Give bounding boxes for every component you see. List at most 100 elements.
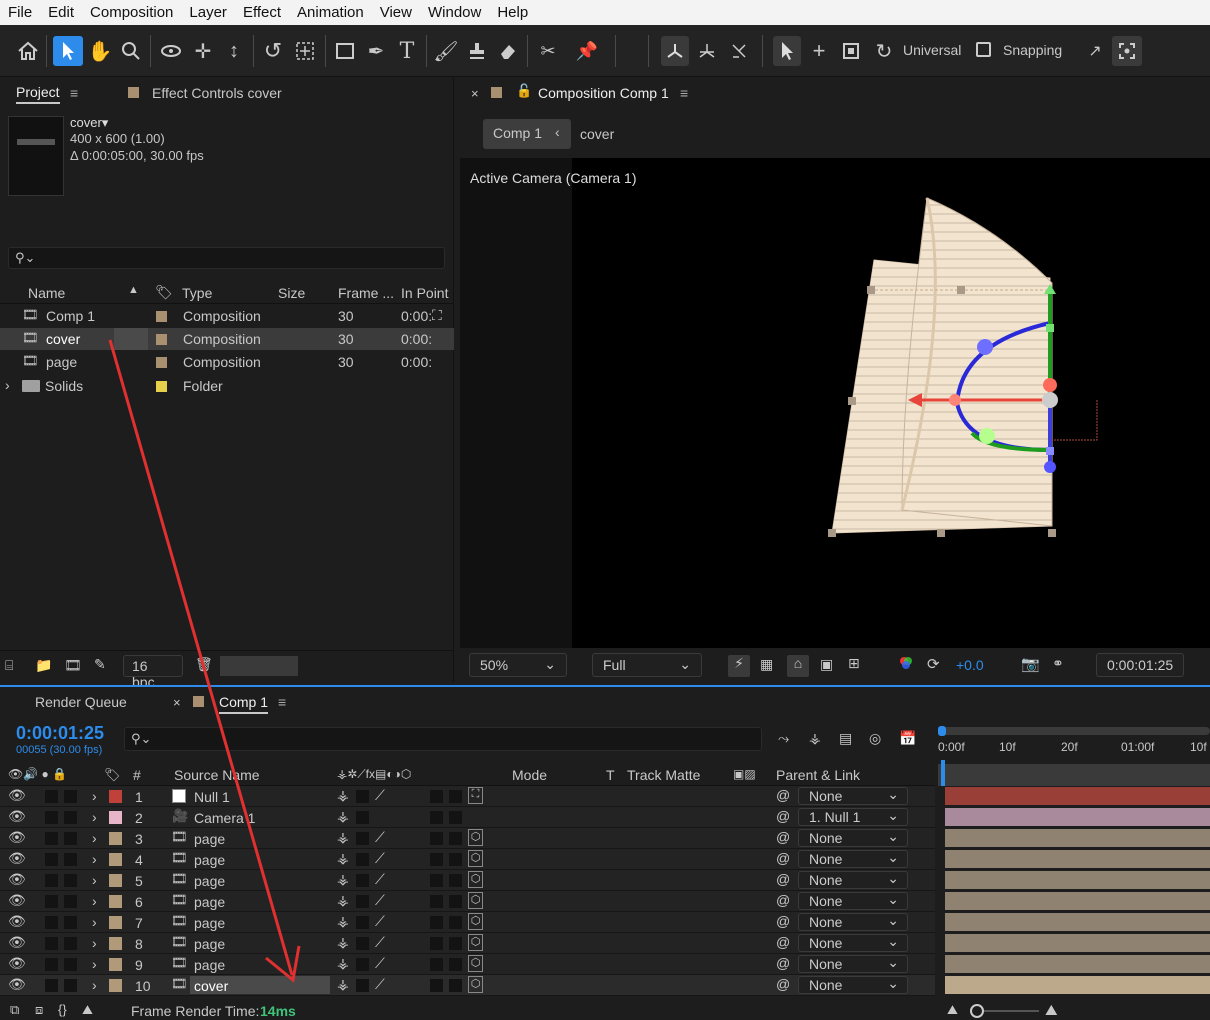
reset-exposure-icon[interactable]: ⟳: [927, 655, 940, 673]
timeline-comp-tab[interactable]: Comp 1: [219, 694, 269, 714]
switch-box[interactable]: [356, 895, 369, 908]
switch-box[interactable]: [430, 790, 443, 803]
3d-layer-icon[interactable]: ⬡: [468, 850, 483, 867]
zoom-slider-handle[interactable]: [970, 1004, 984, 1018]
dolly-camera-icon[interactable]: ↕: [221, 37, 247, 65]
time-ruler[interactable]: 0:00f 10f 20f 01:00f 10f: [938, 723, 1210, 763]
composition-tab[interactable]: Composition Comp 1: [538, 85, 669, 101]
layer-row[interactable]: 👁 › 5 🎞 page ⚶ ⟋ ⬡ @ None ⌄: [0, 870, 935, 891]
layer-duration-bar[interactable]: [945, 787, 1210, 805]
col-type[interactable]: Type: [182, 285, 212, 301]
quality-switch-icon[interactable]: ⟋: [375, 829, 385, 846]
eye-icon[interactable]: 👁: [8, 892, 26, 909]
book-3d-layer[interactable]: [822, 188, 1112, 548]
new-composition-icon[interactable]: 🎞: [64, 657, 82, 674]
pickwhip-icon[interactable]: @: [776, 829, 790, 845]
expand-arrow-icon[interactable]: ›: [92, 935, 97, 951]
layer-name[interactable]: Camera 1: [194, 810, 255, 826]
3d-layer-icon[interactable]: ⬡: [468, 934, 483, 951]
parent-dropdown[interactable]: 1. Null 1 ⌄: [798, 807, 908, 826]
transfer-controls-icon[interactable]: {}: [58, 1002, 67, 1017]
3d-layer-icon[interactable]: ⬡: [468, 871, 483, 888]
resolution-dropdown[interactable]: Full ⌄: [592, 653, 702, 677]
camera-select-icon[interactable]: [773, 36, 801, 66]
quality-switch-icon[interactable]: ⟋: [375, 913, 385, 930]
label-color[interactable]: [156, 357, 167, 368]
lock-toggle[interactable]: [64, 937, 77, 950]
layer-switches-icon[interactable]: ⧈: [35, 1002, 43, 1018]
project-item-comp-1[interactable]: 🎞 Comp 1 Composition 30 0:00: ⛶: [0, 305, 454, 327]
effect-controls-tab[interactable]: Effect Controls cover: [152, 85, 282, 101]
col-size[interactable]: Size: [278, 285, 305, 301]
zoom-tool-icon[interactable]: [118, 37, 144, 65]
layer-duration-bar[interactable]: [945, 976, 1210, 994]
switch-box[interactable]: [449, 811, 462, 824]
col-in-point[interactable]: In Point: [401, 285, 448, 301]
layer-duration-bar[interactable]: [945, 892, 1210, 910]
transparency-grid-icon[interactable]: ▦: [760, 656, 773, 673]
flowchart-icon[interactable]: ⛶: [432, 307, 442, 324]
switch-box[interactable]: [430, 874, 443, 887]
label-color[interactable]: [156, 311, 167, 322]
render-options-icon[interactable]: ⧉: [10, 1002, 19, 1018]
pen-tool-icon[interactable]: ✒: [363, 37, 389, 65]
col-source-name[interactable]: Source Name: [174, 767, 260, 783]
col-track-matte[interactable]: Track Matte: [627, 767, 700, 783]
shy-layers-icon[interactable]: ⚶: [809, 730, 821, 747]
timecode-display[interactable]: 0:00:01:25: [1096, 653, 1184, 677]
lock-toggle[interactable]: [64, 832, 77, 845]
pickwhip-icon[interactable]: @: [776, 892, 790, 908]
hand-tool-icon[interactable]: ✋: [87, 37, 113, 65]
col-parent-link[interactable]: Parent & Link: [776, 767, 860, 783]
snapping-checkbox[interactable]: [976, 42, 991, 57]
pickwhip-icon[interactable]: @: [776, 913, 790, 929]
menu-view[interactable]: View: [372, 4, 420, 21]
switch-box[interactable]: [430, 916, 443, 929]
quality-switch-icon[interactable]: ⟋: [375, 892, 385, 909]
layer-label-color[interactable]: [109, 832, 122, 845]
col-t[interactable]: T: [606, 767, 615, 783]
region-of-interest-icon[interactable]: ▣: [820, 656, 833, 673]
expand-arrow-icon[interactable]: ›: [5, 377, 10, 393]
eye-icon[interactable]: 👁: [8, 976, 26, 993]
switch-box[interactable]: [449, 937, 462, 950]
parent-dropdown[interactable]: None ⌄: [798, 828, 908, 847]
close-tab-icon[interactable]: ×: [471, 86, 479, 101]
bounding-box-icon[interactable]: [838, 37, 864, 65]
menu-animation[interactable]: Animation: [289, 4, 372, 21]
switch-box[interactable]: [449, 895, 462, 908]
pickwhip-icon[interactable]: @: [776, 787, 790, 803]
switch-box[interactable]: [430, 832, 443, 845]
parent-dropdown[interactable]: None ⌄: [798, 891, 908, 910]
label-color[interactable]: [156, 381, 167, 392]
label-tag-icon[interactable]: 🏷: [155, 284, 173, 301]
solo-toggle[interactable]: [45, 832, 58, 845]
show-snapshot-icon[interactable]: ⚭: [1052, 655, 1064, 672]
interpret-footage-icon[interactable]: ⌸: [5, 657, 13, 674]
layer-row[interactable]: 👁 › 6 🎞 page ⚶ ⟋ ⬡ @ None ⌄: [0, 891, 935, 912]
solo-toggle[interactable]: [45, 811, 58, 824]
layer-label-color[interactable]: [109, 979, 122, 992]
home-icon[interactable]: [14, 37, 42, 65]
switch-box[interactable]: [449, 853, 462, 866]
solo-toggle[interactable]: [45, 958, 58, 971]
expand-arrow-icon[interactable]: ›: [92, 830, 97, 846]
quality-switch-icon[interactable]: ⟋: [375, 976, 385, 993]
fast-previews-icon[interactable]: ⚡: [728, 655, 750, 677]
col-number[interactable]: #: [133, 767, 141, 783]
3d-layer-icon[interactable]: ⬡: [468, 913, 483, 930]
switch-box[interactable]: [356, 874, 369, 887]
eye-icon[interactable]: 👁: [8, 913, 26, 930]
view-axis-icon[interactable]: [726, 37, 752, 65]
grid-guides-icon[interactable]: ⊞: [848, 655, 860, 672]
project-item-cover[interactable]: 🎞 cover Composition 30 0:00:: [0, 328, 454, 350]
solo-toggle[interactable]: [45, 853, 58, 866]
layer-duration-bar[interactable]: [945, 934, 1210, 952]
project-item-page[interactable]: 🎞 page Composition 30 0:00:: [0, 351, 454, 373]
solo-toggle[interactable]: [45, 895, 58, 908]
layer-label-color[interactable]: [109, 958, 122, 971]
new-folder-icon[interactable]: 📁: [35, 657, 52, 674]
menu-help[interactable]: Help: [489, 4, 536, 21]
expand-arrow-icon[interactable]: ›: [92, 872, 97, 888]
lock-toggle[interactable]: [64, 853, 77, 866]
